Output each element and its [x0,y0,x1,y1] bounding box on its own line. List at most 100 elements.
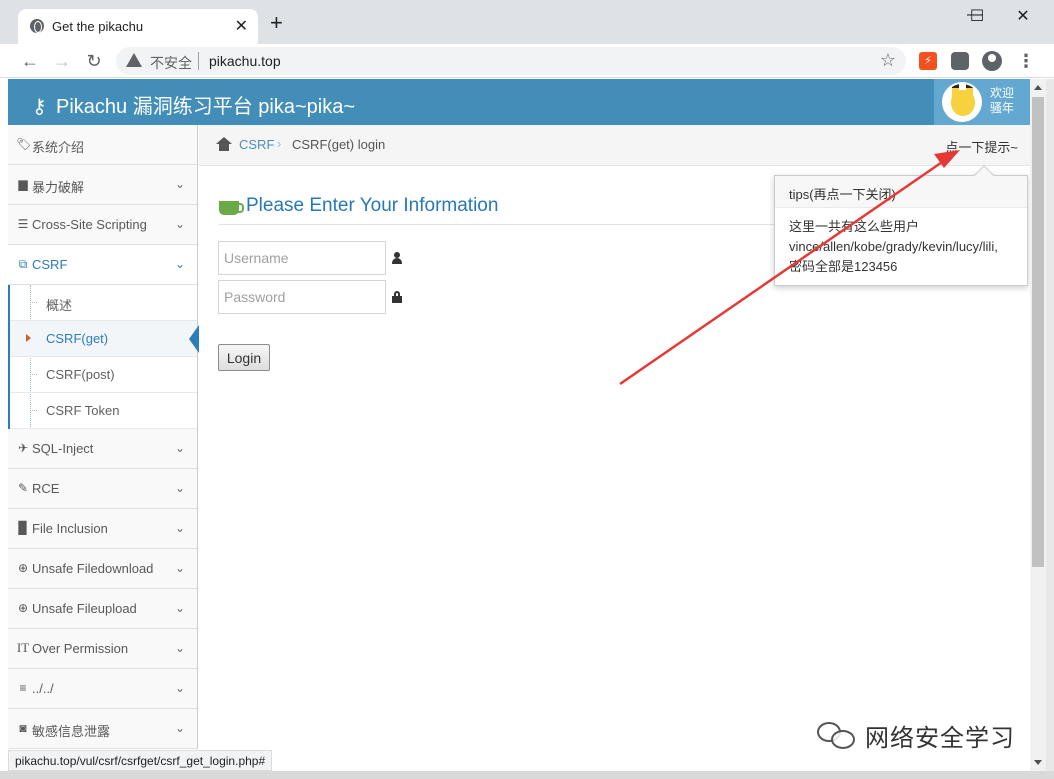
chevron-down-icon: ⌄ [174,721,185,735]
submenu-item-csrf-post[interactable]: CSRF(post) [10,357,197,393]
csrf-submenu: 概述 CSRF(get) CSRF(post) CSRF Token [8,285,199,429]
chevron-down-icon: ⌄ [174,217,185,231]
sidebar-item-info-leak[interactable]: ◙ 敏感信息泄露 ⌄ [8,709,197,749]
user-menu[interactable]: 欢迎 骚年 [934,79,1030,125]
submenu-item-csrf-get[interactable]: CSRF(get) [10,321,199,357]
sidebar-item-dir-traversal[interactable]: ≡ ../../ ⌄ [8,669,197,709]
align-left-icon: ≡ [19,681,27,695]
lock-icon: ▆ [18,177,28,191]
sidebar-item-rce[interactable]: ✎ RCE ⌄ [8,469,197,509]
file-icon: ▉ [18,521,28,535]
avatar [942,82,982,122]
popover-line-1: 这里一共有这么些用户 [789,219,920,234]
scroll-down-arrow-icon[interactable] [1034,760,1042,765]
form-title: Please Enter Your Information [246,195,499,216]
menu-icon[interactable]: ⋮ [1017,52,1035,70]
wechat-icon [815,720,859,750]
breadcrumb-link-csrf[interactable]: CSRF [239,137,274,152]
username-input[interactable] [219,242,385,274]
user-greeting: 欢迎 骚年 [990,86,1015,115]
popover-body: 这里一共有这么些用户 vince/allen/kobe/grady/kevin/… [775,208,1027,286]
pencil-icon: ✎ [17,481,29,495]
scroll-thumb[interactable] [1032,97,1044,567]
tab-close-icon[interactable]: ✕ [235,16,248,36]
sidebar-item-intro[interactable]: 🏷 系统介绍 [8,125,197,165]
scroll-up-arrow-icon[interactable] [1034,85,1042,90]
sidebar-item-filedownload[interactable]: ⊕ Unsafe Filedownload ⌄ [8,549,197,589]
url-text[interactable]: pikachu.top [209,53,281,69]
browser-toolbar: ← → ↻ 不安全 pikachu.top ☆ ⚡ ⋮ [0,44,1054,78]
submenu-item-overview[interactable]: 概述 [10,285,197,321]
address-bar[interactable]: 不安全 pikachu.top ☆ [116,47,906,75]
warning-icon[interactable] [126,53,142,67]
reload-icon[interactable]: ↻ [82,49,106,73]
username-field-wrapper [218,241,386,275]
sidebar-item-fileupload[interactable]: ⊕ Unsafe Fileupload ⌄ [8,589,197,629]
brand-title: Pikachu 漏洞练习平台 pika~pika~ [56,96,356,118]
omnibox-divider [198,52,199,70]
pikachu-face [951,90,975,116]
breadcrumb-separator: › [277,136,282,151]
popover-line-3: 密码全部是123456 [789,259,898,274]
security-label[interactable]: 不安全 [150,53,192,73]
share-icon: ⧉ [18,257,28,271]
star-icon[interactable]: ☆ [880,50,896,71]
sidebar: 🏷 系统介绍 ▆ 暴力破解 ⌄ ☰ Cross-Site Scripting ⌄… [8,125,199,749]
page-viewport: ⚷ Pikachu 漏洞练习平台 pika~pika~ 欢迎 骚年 🏷 系统介绍 … [8,79,1030,749]
brand[interactable]: ⚷ Pikachu 漏洞练习平台 pika~pika~ [32,90,355,119]
globe-icon [30,19,44,33]
chevron-up-icon: ⌄ [174,257,185,271]
hint-link[interactable]: 点一下提示~ [945,137,1018,156]
home-icon[interactable] [216,137,232,151]
bottom-strip [0,771,1054,779]
active-indicator [189,325,199,353]
sidebar-item-csrf[interactable]: ⧉ CSRF ⌄ [8,245,197,285]
download-icon: ⊕ [17,561,29,575]
browser-titlebar: Get the pikachu ✕ + — [0,0,1054,44]
maximize-button[interactable]: ☐ [962,6,992,26]
browser-tab[interactable]: Get the pikachu ✕ [18,9,258,44]
chevron-down-icon: ⌄ [174,561,185,575]
key-icon: ⚷ [32,96,47,118]
password-input[interactable] [219,281,385,313]
plane-icon: ✈ [17,441,29,455]
site-header: ⚷ Pikachu 漏洞练习平台 pika~pika~ 欢迎 骚年 [8,79,1030,125]
chevron-down-icon: ⌄ [174,177,185,191]
sidebar-item-sqli[interactable]: ✈ SQL-Inject ⌄ [8,429,197,469]
back-icon[interactable]: ← [18,49,42,73]
chevron-down-icon: ⌄ [174,681,185,695]
submenu-item-csrf-token[interactable]: CSRF Token [10,393,197,429]
extension-icon[interactable]: ⚡ [919,52,937,70]
caret-right-icon [26,334,31,342]
tips-popover[interactable]: tips(再点一下关闭) 这里一共有这么些用户 vince/allen/kobe… [774,165,1028,286]
puzzle-icon[interactable] [951,52,969,70]
window-close-button[interactable]: ✕ [1008,6,1038,26]
chevron-down-icon: ⌄ [174,481,185,495]
new-tab-button[interactable]: + [270,12,283,34]
profile-icon[interactable] [982,51,1002,71]
login-button[interactable]: Login [218,344,270,371]
sidebar-item-xss[interactable]: ☰ Cross-Site Scripting ⌄ [8,205,197,245]
breadcrumb-current: CSRF(get) login [292,137,386,152]
popover-title[interactable]: tips(再点一下关闭) [775,176,1027,208]
sidebar-item-over-permission[interactable]: IT Over Permission ⌄ [8,629,197,669]
watermark-text: 网络安全学习 [865,725,1015,752]
chevron-down-icon: ⌄ [174,641,185,655]
password-field-wrapper [218,280,386,314]
camera-icon: ◙ [19,721,27,735]
lock-icon [392,291,402,303]
text-height-icon: IT [16,640,30,655]
sidebar-item-file-inclusion[interactable]: ▉ File Inclusion ⌄ [8,509,197,549]
scrollbar[interactable] [1030,79,1046,771]
indent-icon: ☰ [17,217,29,231]
forward-icon[interactable]: → [50,49,74,73]
coffee-icon [219,201,244,215]
window-edge [1046,79,1054,779]
chevron-down-icon: ⌄ [174,601,185,615]
breadcrumb: CSRF › CSRF(get) login 点一下提示~ [199,125,1030,166]
tab-title: Get the pikachu [52,19,144,34]
status-bar: pikachu.top/vul/csrf/csrfget/csrf_get_lo… [8,750,273,771]
chevron-down-icon: ⌄ [174,521,185,535]
sidebar-item-bruteforce[interactable]: ▆ 暴力破解 ⌄ [8,165,197,205]
tags-icon: 🏷 [16,137,32,151]
